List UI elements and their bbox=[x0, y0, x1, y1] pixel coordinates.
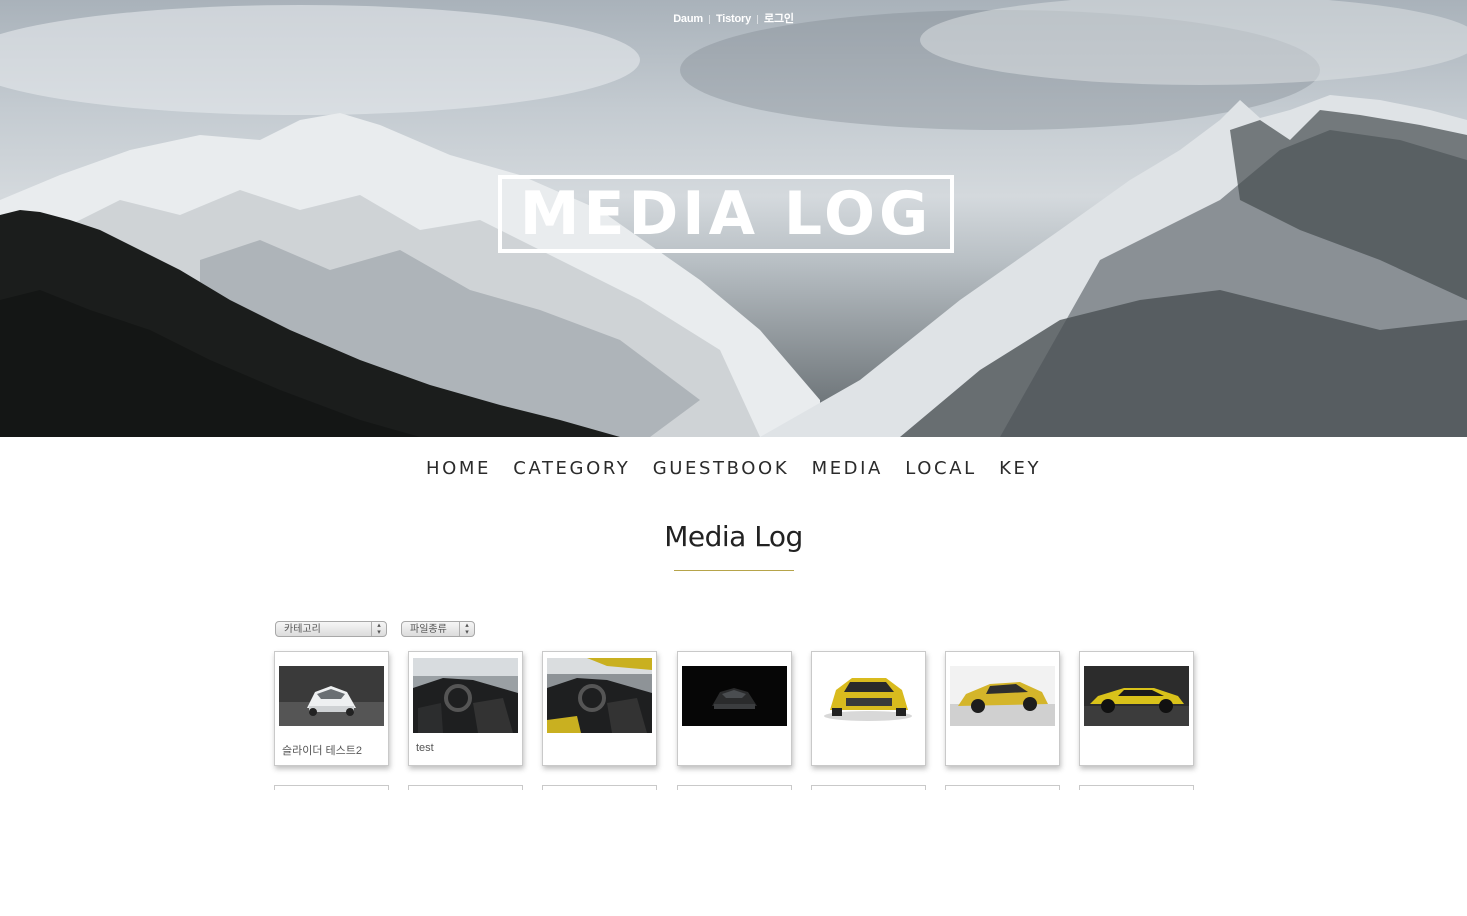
category-select-value: 카테고리 bbox=[284, 624, 321, 635]
white-sports-car-thumbnail bbox=[279, 666, 384, 726]
media-item[interactable]: 슬라이더 테스트2 bbox=[274, 651, 389, 766]
login-link[interactable]: 로그인 bbox=[758, 13, 800, 25]
daum-link[interactable]: Daum bbox=[667, 13, 709, 25]
select-arrows-icon: ▴ ▾ bbox=[459, 622, 474, 636]
select-arrows-icon: ▴ ▾ bbox=[371, 622, 386, 636]
blog-logo[interactable]: MEDIA LOG bbox=[498, 175, 954, 253]
nav-item-category[interactable]: CATEGORY bbox=[513, 458, 630, 479]
media-item[interactable] bbox=[677, 651, 792, 766]
title-underline bbox=[674, 570, 794, 571]
media-item[interactable] bbox=[945, 785, 1060, 790]
yellow-car-interior-thumbnail bbox=[547, 658, 652, 733]
nav-item-media[interactable]: MEDIA bbox=[812, 458, 883, 479]
nav-item-local[interactable]: LOCAL bbox=[905, 458, 976, 479]
page-title: Media Log bbox=[664, 520, 803, 553]
media-item[interactable]: test bbox=[408, 651, 523, 766]
tistory-link[interactable]: Tistory bbox=[710, 13, 757, 25]
hero-banner: Daum Tistory 로그인 MEDIA LOG bbox=[0, 0, 1467, 437]
nav-item-home[interactable]: HOME bbox=[426, 458, 491, 479]
file-type-select[interactable]: 파일종류 ▴ ▾ bbox=[401, 621, 475, 637]
dark-car-thumbnail bbox=[682, 666, 787, 726]
media-item[interactable] bbox=[542, 785, 657, 790]
media-item[interactable] bbox=[1079, 785, 1194, 790]
media-item[interactable] bbox=[811, 651, 926, 766]
main-nav: HOME CATEGORY GUESTBOOK MEDIA LOCAL KEY bbox=[0, 458, 1467, 479]
media-item[interactable] bbox=[274, 785, 389, 790]
blog-logo-text: MEDIA LOG bbox=[519, 179, 933, 249]
yellow-car-side-thumbnail bbox=[1084, 666, 1189, 726]
file-type-select-value: 파일종류 bbox=[410, 624, 447, 635]
category-select[interactable]: 카테고리 ▴ ▾ bbox=[275, 621, 387, 637]
top-links: Daum Tistory 로그인 bbox=[0, 10, 1467, 26]
media-item[interactable] bbox=[811, 785, 926, 790]
media-item[interactable] bbox=[945, 651, 1060, 766]
media-item[interactable] bbox=[542, 651, 657, 766]
media-item-caption: 슬라이더 테스트2 bbox=[282, 745, 363, 757]
media-item[interactable] bbox=[677, 785, 792, 790]
nav-item-guestbook[interactable]: GUESTBOOK bbox=[653, 458, 790, 479]
media-item[interactable] bbox=[1079, 651, 1194, 766]
media-item[interactable] bbox=[408, 785, 523, 790]
nav-item-key[interactable]: KEY bbox=[999, 458, 1041, 479]
yellow-car-three-quarter-thumbnail bbox=[950, 666, 1055, 726]
yellow-car-rear-thumbnail bbox=[816, 666, 921, 726]
media-item-caption: test bbox=[416, 742, 434, 754]
car-interior-thumbnail bbox=[413, 658, 518, 733]
